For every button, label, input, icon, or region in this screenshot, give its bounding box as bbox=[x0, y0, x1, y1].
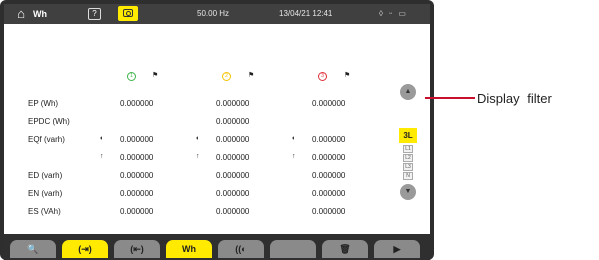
blank-button bbox=[270, 240, 316, 258]
stop-energy-button[interactable]: (⇤) bbox=[114, 240, 160, 258]
camera-icon bbox=[123, 9, 133, 17]
phase-1-flag-icon: ⚑ bbox=[152, 72, 159, 79]
display-filter-l3[interactable]: L3 bbox=[403, 163, 413, 171]
status-bar: ⌂ Wh ? 50.00 Hz 13/04/21 12:41 ◊ ᵕ ▭ bbox=[4, 4, 430, 24]
value-eqf-ind-l1: 0.000000 bbox=[120, 153, 154, 162]
callout-line bbox=[425, 97, 475, 99]
filter-up-button[interactable]: ▲ bbox=[400, 84, 416, 100]
value-ed-l3: 0.000000 bbox=[312, 171, 346, 180]
status-icons: ◊ ᵕ ▭ bbox=[379, 9, 408, 18]
phase-3-icon: 3 bbox=[318, 72, 327, 81]
screen: ⌂ Wh ? 50.00 Hz 13/04/21 12:41 ◊ ᵕ ▭ 1 ⚑… bbox=[4, 4, 430, 260]
value-ed-l2: 0.000000 bbox=[216, 171, 250, 180]
inductive-icon: ↑ bbox=[100, 153, 104, 160]
row-label-es: ES (VAh) bbox=[28, 207, 61, 216]
value-es-l3: 0.000000 bbox=[312, 207, 346, 216]
inductive-icon: ↑ bbox=[292, 153, 296, 160]
value-en-l1: 0.000000 bbox=[120, 189, 154, 198]
value-ep-l2: 0.000000 bbox=[216, 99, 250, 108]
phase-1-icon: 1 bbox=[127, 72, 136, 81]
capacitive-icon: ◖ bbox=[291, 135, 296, 142]
row-label-eqf: EQf (varh) bbox=[28, 135, 65, 144]
wh-unit-button[interactable]: Wh bbox=[166, 240, 212, 258]
row-label-ep: EP (Wh) bbox=[28, 99, 59, 108]
help-button[interactable]: ? bbox=[88, 8, 101, 20]
datetime-readout: 13/04/21 12:41 bbox=[279, 9, 333, 18]
row-label-ed: ED (varh) bbox=[28, 171, 63, 180]
row-label-en: EN (varh) bbox=[28, 189, 63, 198]
home-icon[interactable]: ⌂ bbox=[12, 4, 30, 24]
phase-3-flag-icon: ⚑ bbox=[344, 72, 351, 79]
inductive-icon: ↑ bbox=[196, 153, 200, 160]
display-filter-l2[interactable]: L2 bbox=[403, 154, 413, 162]
snapshot-button[interactable] bbox=[118, 6, 138, 21]
capacitive-icon: ◖ bbox=[99, 135, 104, 142]
filter-down-button[interactable]: ▼ bbox=[400, 184, 416, 200]
row-label-epdc: EPDC (Wh) bbox=[28, 117, 70, 126]
value-ep-l3: 0.000000 bbox=[312, 99, 346, 108]
value-ed-l1: 0.000000 bbox=[120, 171, 154, 180]
display-filter-n[interactable]: N bbox=[403, 172, 413, 180]
callout-label: Display filter bbox=[477, 91, 552, 106]
display-filter-3l[interactable]: 3L bbox=[399, 128, 417, 143]
value-en-l2: 0.000000 bbox=[216, 189, 250, 198]
value-es-l1: 0.000000 bbox=[120, 207, 154, 216]
value-en-l3: 0.000000 bbox=[312, 189, 346, 198]
capacitive-icon: ◖ bbox=[195, 135, 200, 142]
device-frame: ⌂ Wh ? 50.00 Hz 13/04/21 12:41 ◊ ᵕ ▭ 1 ⚑… bbox=[0, 0, 434, 260]
phase-2-flag-icon: ⚑ bbox=[248, 72, 255, 79]
zoom-button[interactable]: 🔍 bbox=[10, 240, 56, 258]
display-filter-l1[interactable]: L1 bbox=[403, 145, 413, 153]
value-eqf-cap-l2: 0.000000 bbox=[216, 135, 250, 144]
value-ep-l1: 0.000000 bbox=[120, 99, 154, 108]
value-eqf-ind-l2: 0.000000 bbox=[216, 153, 250, 162]
value-eqf-cap-l1: 0.000000 bbox=[120, 135, 154, 144]
value-eqf-cap-l3: 0.000000 bbox=[312, 135, 346, 144]
start-energy-button[interactable]: (⇥) bbox=[62, 240, 108, 258]
value-epdc: 0.000000 bbox=[216, 117, 250, 126]
phase-2-icon: 2 bbox=[222, 72, 231, 81]
trash-button[interactable]: 🗑 bbox=[322, 240, 368, 258]
next-button[interactable]: ▶ bbox=[374, 240, 420, 258]
energy-table: 1 ⚑ 2 ⚑ 3 ⚑ EP (Wh) 0.000000 0.000000 0.… bbox=[4, 24, 430, 234]
frequency-readout: 50.00 Hz bbox=[197, 9, 230, 18]
value-eqf-ind-l3: 0.000000 bbox=[312, 153, 346, 162]
value-es-l2: 0.000000 bbox=[216, 207, 250, 216]
mode-label: Wh bbox=[33, 9, 47, 19]
quadrant-button[interactable]: ((◐ bbox=[218, 240, 264, 258]
bottom-toolbar: 🔍 (⇥) (⇤) Wh ((◐ 🗑 ▶ bbox=[4, 234, 430, 260]
